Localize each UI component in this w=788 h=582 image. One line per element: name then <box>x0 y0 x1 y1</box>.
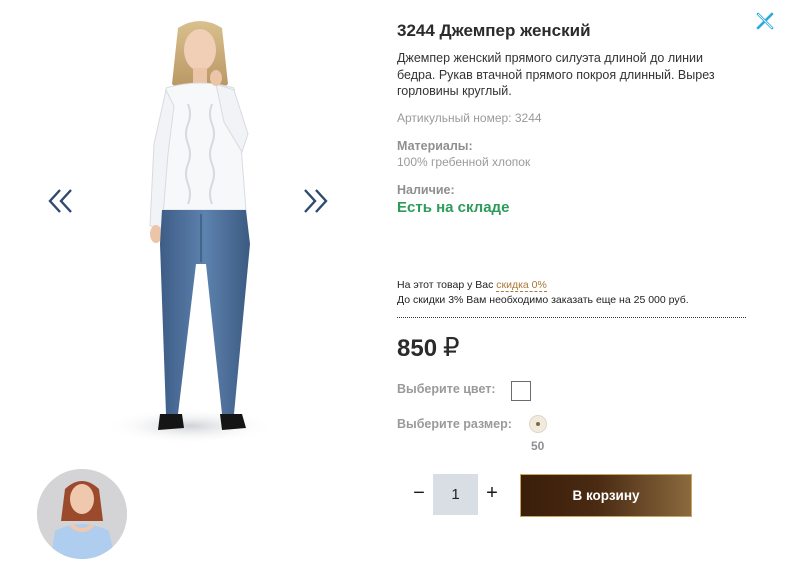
chevron-double-left-icon <box>48 189 72 213</box>
size-radio-dot <box>536 422 540 426</box>
close-button[interactable] <box>755 11 775 31</box>
product-thumbnail[interactable] <box>37 469 127 559</box>
product-sku: Артикульный номер: 3244 <box>397 111 542 125</box>
size-label: Выберите размер: <box>397 417 512 431</box>
materials-label: Материалы: <box>397 139 473 153</box>
price-amount: 850 <box>397 335 438 362</box>
discount-link[interactable]: скидка 0% <box>496 279 547 292</box>
product-price: 850 ₽ <box>397 332 460 363</box>
materials-value: 100% гребенной хлопок <box>397 155 531 169</box>
product-description: Джемпер женский прямого силуэта длиной д… <box>397 51 715 98</box>
product-gallery <box>0 0 380 582</box>
color-swatch[interactable] <box>511 381 531 401</box>
close-icon <box>756 12 774 30</box>
quantity-increase-button[interactable]: + <box>483 482 501 506</box>
divider <box>397 317 746 318</box>
availability-label: Наличие: <box>397 183 455 197</box>
color-label: Выберите цвет: <box>397 382 496 396</box>
size-radio[interactable] <box>529 415 547 433</box>
product-main-image <box>100 14 280 454</box>
quantity-decrease-button[interactable]: − <box>410 482 428 506</box>
gallery-prev-button[interactable] <box>46 186 76 216</box>
quantity-input[interactable] <box>433 474 478 515</box>
discount-text: На этот товар у Вас <box>397 279 497 291</box>
price-currency: ₽ <box>443 332 460 362</box>
add-to-cart-button[interactable]: В корзину <box>520 474 692 517</box>
availability-value: Есть на складе <box>397 199 510 216</box>
size-value: 50 <box>531 439 545 453</box>
product-title: 3244 Джемпер женский <box>397 21 591 40</box>
discount-info: На этот товар у Вас скидка 0% <box>397 279 547 292</box>
chevron-double-right-icon <box>304 189 328 213</box>
discount-threshold-text: До скидки 3% Вам необходимо заказать еще… <box>397 294 689 306</box>
gallery-next-button[interactable] <box>300 186 330 216</box>
